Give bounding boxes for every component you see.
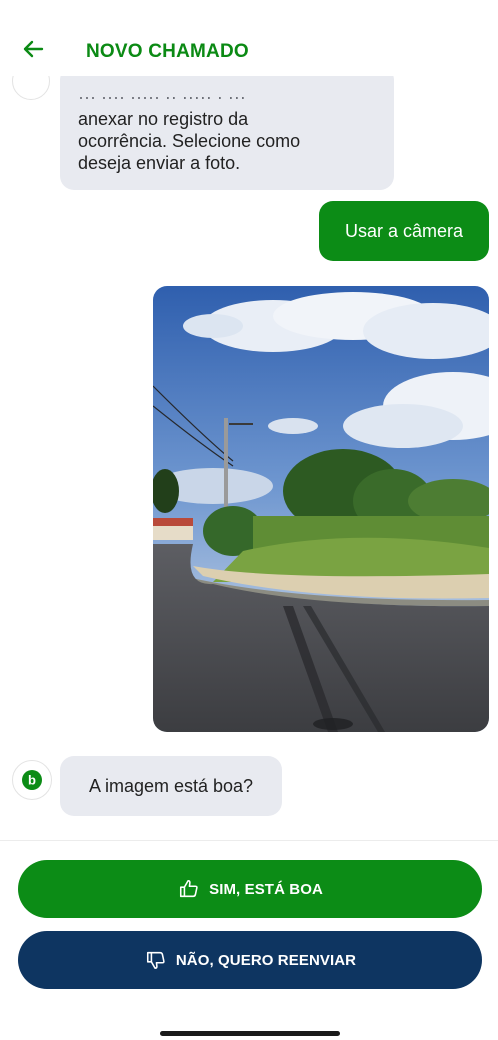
bot-question: A imagem está boa? xyxy=(60,756,282,816)
bot-logo-icon: b xyxy=(22,770,42,790)
bot-message-row: b A imagem está boa? xyxy=(0,756,498,818)
bot-avatar xyxy=(12,76,50,100)
thumbs-up-icon xyxy=(177,877,201,901)
divider xyxy=(0,840,498,841)
resend-image-label: NÃO, QUERO REENVIAR xyxy=(175,951,357,969)
bot-message-line: deseja enviar a foto. xyxy=(78,153,241,173)
bot-message-line: ocorrência. Selecione como xyxy=(78,131,301,151)
bot-avatar: b xyxy=(12,760,52,800)
user-message: Usar a câmera xyxy=(319,201,489,261)
thumbs-down-icon xyxy=(144,948,168,972)
street-photo xyxy=(153,286,489,732)
bot-avatar-letter: b xyxy=(28,773,36,788)
screen: NOVO CHAMADO ··· ···· ····· ·· ····· · ·… xyxy=(0,0,498,1040)
arrow-left-icon xyxy=(22,38,44,65)
resend-image-button[interactable]: NÃO, QUERO REENVIAR xyxy=(18,931,482,989)
chat-area[interactable]: ··· ···· ····· ·· ····· · ··· anexar no … xyxy=(0,76,498,836)
bot-message: ··· ···· ····· ·· ····· · ··· anexar no … xyxy=(60,76,394,190)
confirm-image-label: SIM, ESTÁ BOA xyxy=(209,880,323,898)
bot-message-cut-line: ··· ···· ····· ·· ····· · ··· xyxy=(78,87,246,107)
bot-message-line: anexar no registro da xyxy=(78,109,249,129)
confirm-image-button[interactable]: SIM, ESTÁ BOA xyxy=(18,860,482,918)
sent-photo[interactable] xyxy=(153,286,489,732)
home-indicator[interactable] xyxy=(160,1031,340,1036)
app-header: NOVO CHAMADO xyxy=(0,0,498,76)
page-title: NOVO CHAMADO xyxy=(86,41,249,62)
back-button[interactable] xyxy=(18,36,48,66)
